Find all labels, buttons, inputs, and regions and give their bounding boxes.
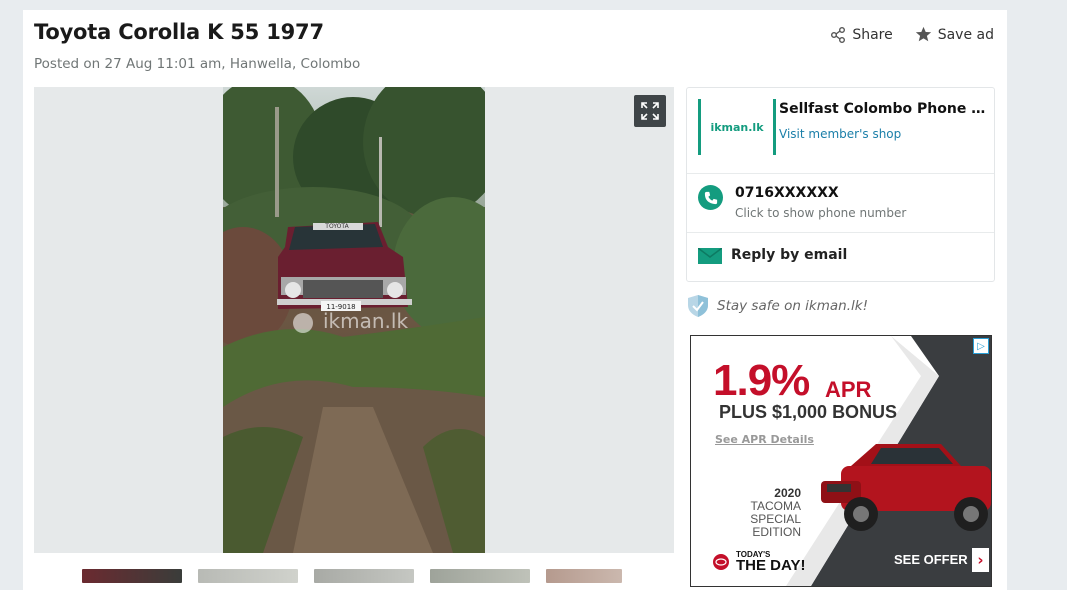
shop-logo-text: ikman.lk [710,120,764,134]
shop-logo[interactable]: ikman.lk [698,99,776,155]
main-photo[interactable]: 11-9018 TOYOTA ikman.lk [223,87,485,553]
thumbnail[interactable] [82,569,182,583]
image-gallery: 11-9018 TOYOTA ikman.lk [34,87,674,553]
listing-title: Toyota Corolla K 55 1977 [34,20,324,44]
car-badge-text: TOYOTA [324,223,349,230]
ad-rate: 1.9% [713,356,810,405]
chevron-right-icon[interactable]: › [972,548,989,572]
advertisement-banner[interactable]: ▷ 1.9% APR PLUS $1,000 BONUS See APR Det… [690,335,992,587]
thumbnail[interactable] [430,569,530,583]
stay-safe-label: Stay safe on ikman.lk! [717,298,868,314]
phone-number: 0716XXXXXX [735,185,839,201]
envelope-icon [697,247,723,264]
visit-shop-link[interactable]: Visit member's shop [779,127,901,141]
thumbnail[interactable] [546,569,622,583]
reply-email-button[interactable]: Reply by email [687,233,994,280]
show-phone-button[interactable]: 0716XXXXXX Click to show phone number [687,174,994,233]
shop-name[interactable]: Sellfast Colombo Phone Shop [779,101,987,117]
ad-choices-icon[interactable]: ▷ [973,338,989,354]
shield-check-icon [688,295,708,317]
ad-brand-bottom: THE DAY! [736,557,806,574]
expand-icon [641,102,659,120]
share-button[interactable]: Share [830,26,893,43]
photo-watermark: ikman.lk [323,309,408,333]
seller-shop-row: ikman.lk Sellfast Colombo Phone Shop Vis… [687,88,994,174]
ad-apr: APR [825,377,872,402]
car-photo-image: 11-9018 TOYOTA ikman.lk [223,87,485,553]
seller-panel: ikman.lk Sellfast Colombo Phone Shop Vis… [686,87,995,282]
ad-see-offer-button[interactable]: SEE OFFER [894,552,968,567]
ad-bonus: PLUS $1,000 BONUS [719,402,898,422]
share-icon [831,26,846,43]
listing-posted-info: Posted on 27 Aug 11:01 am, Hanwella, Col… [34,56,361,72]
save-ad-label: Save ad [937,26,994,43]
thumbnail[interactable] [198,569,298,583]
save-ad-button[interactable]: Save ad [915,26,994,43]
phone-icon [698,185,723,210]
expand-gallery-button[interactable] [634,95,666,127]
ad-detail-card: Toyota Corolla K 55 1977 Posted on 27 Au… [23,10,1007,590]
listing-actions: Share Save ad [830,26,994,43]
ad-brand-tag: TODAY'S THE DAY! [736,551,806,574]
ad-model-block: 2020 TACOMA SPECIAL EDITION [701,487,801,539]
phone-hint: Click to show phone number [735,206,907,220]
star-icon [915,26,931,42]
thumbnail[interactable] [314,569,414,583]
reply-email-label: Reply by email [731,247,848,263]
ad-details-link[interactable]: See APR Details [715,433,814,446]
ad-model-edition: SPECIAL EDITION [750,512,801,539]
share-label: Share [852,26,893,43]
thumbnail-strip [82,569,622,583]
stay-safe-link[interactable]: Stay safe on ikman.lk! [687,294,868,318]
